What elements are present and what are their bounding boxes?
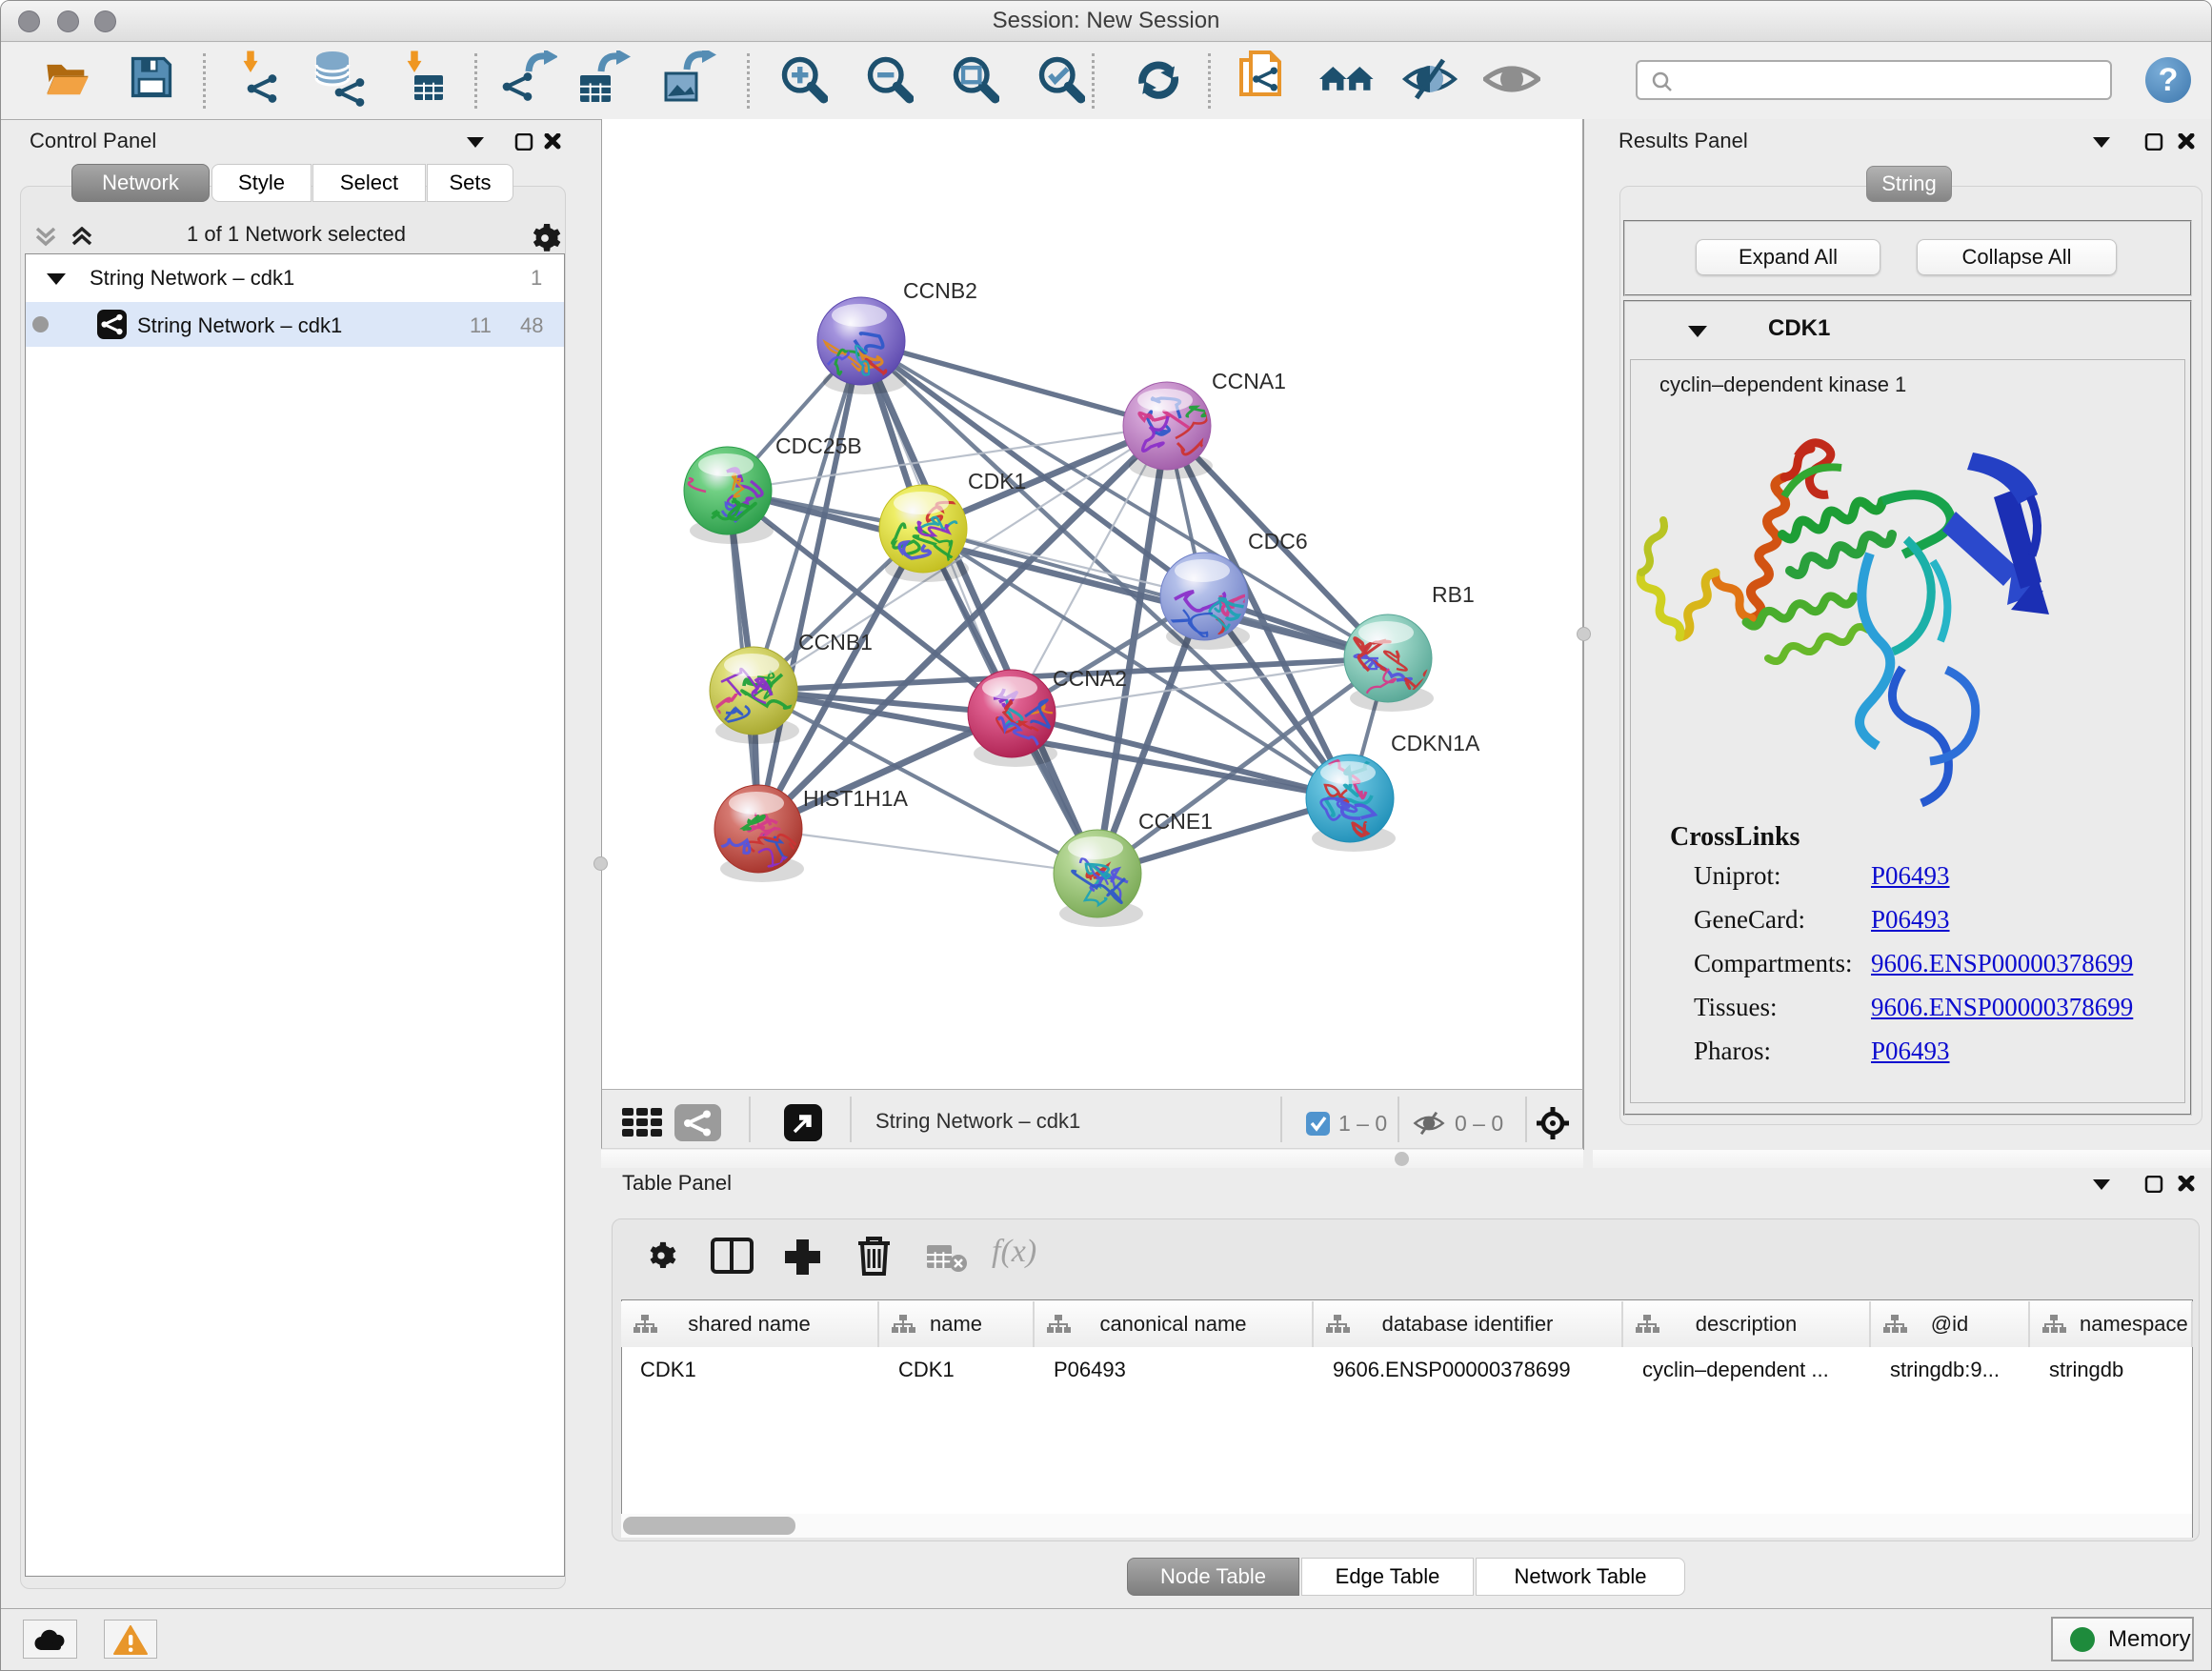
svg-text:RB1: RB1: [1432, 582, 1475, 607]
svg-text:CDC6: CDC6: [1248, 529, 1308, 554]
svg-text:CCNB2: CCNB2: [903, 278, 977, 303]
svg-text:CCNE1: CCNE1: [1138, 809, 1213, 834]
svg-text:CCNB1: CCNB1: [798, 630, 873, 654]
svg-text:CCNA2: CCNA2: [1053, 666, 1127, 691]
svg-text:CDK1: CDK1: [968, 469, 1026, 493]
svg-text:HIST1H1A: HIST1H1A: [803, 786, 909, 811]
svg-text:CCNA1: CCNA1: [1212, 369, 1286, 393]
svg-text:CDC25B: CDC25B: [775, 433, 862, 458]
svg-text:CDKN1A: CDKN1A: [1391, 731, 1480, 755]
